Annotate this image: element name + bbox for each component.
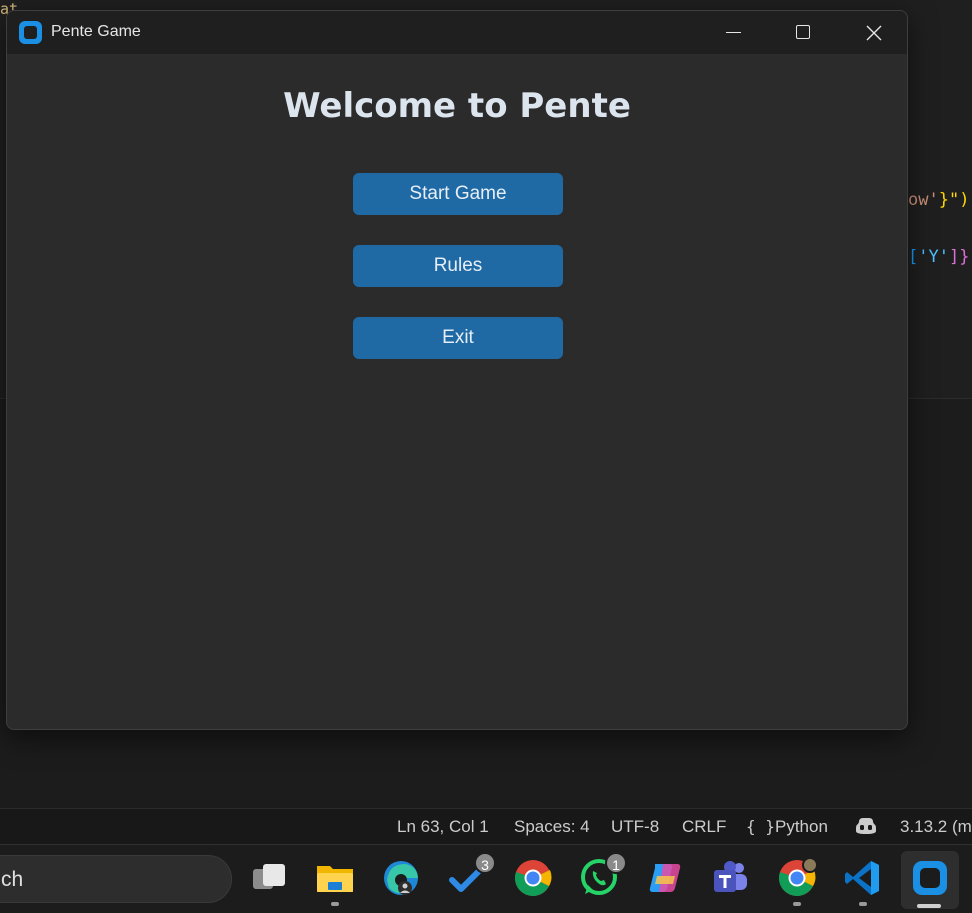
copilot-app-icon[interactable] (645, 858, 685, 898)
running-indicator (331, 902, 339, 906)
file-encoding[interactable]: UTF-8 (611, 817, 659, 837)
close-button[interactable] (839, 11, 907, 54)
code-string: ow' (908, 190, 939, 210)
taskbar-search[interactable]: ch (0, 855, 232, 903)
maximize-button[interactable] (769, 11, 839, 54)
vscode-icon[interactable] (843, 858, 883, 898)
language-braces-icon[interactable]: { } (746, 817, 775, 836)
pente-app-icon[interactable] (910, 858, 950, 898)
running-indicator (859, 902, 867, 906)
taskbar: ch 3 1 (0, 844, 972, 913)
file-explorer-icon[interactable] (315, 858, 355, 898)
exit-button[interactable]: Exit (353, 317, 563, 359)
chrome-profile-icon[interactable] (777, 857, 818, 898)
page-title: Welcome to Pente (283, 86, 631, 126)
todo-icon[interactable]: 3 (448, 852, 496, 898)
task-view-icon[interactable] (249, 858, 289, 898)
whatsapp-icon[interactable]: 1 (579, 852, 627, 898)
python-interpreter[interactable]: 3.13.2 (m (900, 817, 972, 837)
cursor-position[interactable]: Ln 63, Col 1 (397, 817, 489, 837)
language-mode[interactable]: Python (775, 817, 828, 837)
minimize-button[interactable] (699, 11, 769, 54)
teams-icon[interactable] (711, 858, 751, 898)
copilot-icon[interactable] (855, 816, 877, 836)
pente-app-icon (19, 21, 42, 44)
notification-badge: 1 (605, 852, 627, 874)
window-title: Pente Game (51, 23, 141, 40)
code-fragment-right-2: ['Y']} (908, 247, 969, 267)
indentation-setting[interactable]: Spaces: 4 (514, 817, 590, 837)
active-indicator (917, 904, 941, 908)
search-text: ch (1, 868, 24, 891)
running-indicator (793, 902, 801, 906)
code-close: }") (938, 190, 970, 210)
pente-window: Pente Game Welcome to Pente Start Game R… (6, 10, 908, 730)
notification-badge: 3 (474, 852, 496, 874)
chrome-icon[interactable] (513, 858, 553, 898)
status-bar: Ln 63, Col 1 Spaces: 4 UTF-8 CRLF { } Py… (0, 808, 972, 844)
title-bar[interactable]: Pente Game (7, 11, 907, 54)
start-game-button[interactable]: Start Game (353, 173, 563, 215)
close-icon (866, 25, 882, 41)
code-open: [ (908, 247, 919, 267)
code-string: 'Y' (918, 247, 949, 267)
code-close: ]} (948, 247, 970, 267)
code-fragment-right-1: ow'}") (908, 190, 969, 210)
edge-icon[interactable] (381, 858, 421, 898)
rules-button[interactable]: Rules (353, 245, 563, 287)
line-ending[interactable]: CRLF (682, 817, 726, 837)
